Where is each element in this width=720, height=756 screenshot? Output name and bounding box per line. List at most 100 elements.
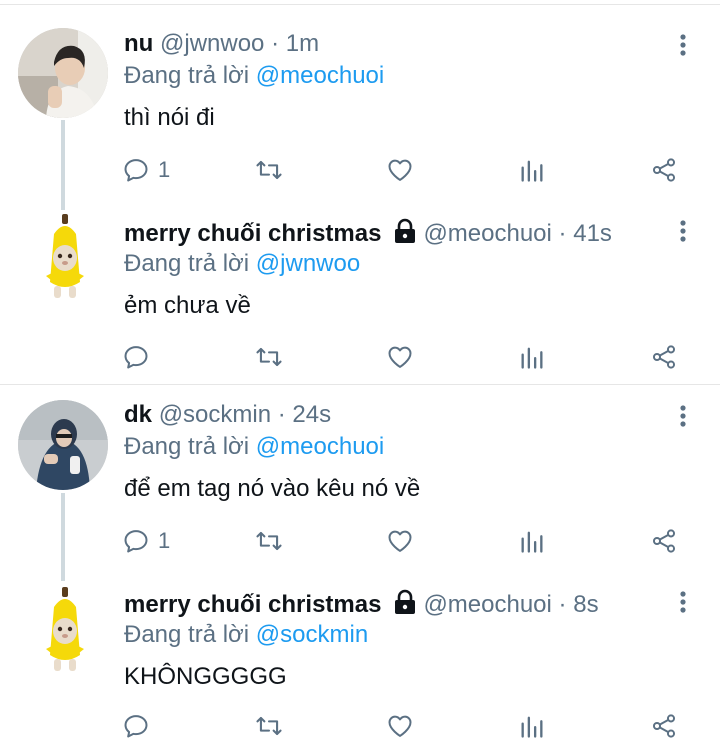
avatar-meochuoi[interactable] bbox=[40, 585, 90, 675]
replying-label: Đang trả lời bbox=[124, 433, 250, 460]
banana-cat-image bbox=[46, 587, 84, 671]
handle[interactable]: @meochuoi bbox=[423, 220, 551, 247]
lock-icon bbox=[393, 589, 417, 622]
display-name[interactable]: dk bbox=[124, 401, 152, 428]
timestamp[interactable]: 24s bbox=[292, 401, 331, 428]
replying-to: Đang trả lời @meochuoi bbox=[124, 433, 384, 461]
replying-to: Đang trả lời @sockmin bbox=[124, 621, 368, 649]
replying-label: Đang trả lời bbox=[124, 250, 250, 277]
reply-button[interactable]: 1 bbox=[122, 524, 170, 558]
timestamp[interactable]: 1m bbox=[286, 30, 319, 57]
more-vertical-icon[interactable] bbox=[672, 403, 694, 431]
tweet-text: thì nói đi bbox=[124, 104, 215, 131]
lock-icon bbox=[393, 218, 417, 251]
avatar-nu[interactable] bbox=[18, 28, 108, 118]
share-icon bbox=[650, 712, 678, 740]
tweet-header: merry chuối christmas @meochuoi · 41s bbox=[124, 218, 612, 251]
tweet-1[interactable]: nu @jwnwoo · 1m Đang trả lời @meochuoi t… bbox=[0, 0, 720, 210]
share-icon bbox=[650, 343, 678, 371]
share-button[interactable] bbox=[650, 340, 678, 374]
dot-separator: · bbox=[277, 401, 286, 428]
display-name[interactable]: merry chuối christmas bbox=[124, 220, 381, 247]
handle[interactable]: @sockmin bbox=[159, 401, 271, 428]
reply-button[interactable] bbox=[122, 709, 158, 743]
action-bar bbox=[0, 709, 720, 743]
reply-icon bbox=[122, 712, 150, 740]
share-button[interactable] bbox=[650, 153, 678, 187]
tweet-2[interactable]: merry chuối christmas @meochuoi · 41s Đan… bbox=[0, 200, 720, 384]
mention-link[interactable]: @jwnwoo bbox=[256, 250, 360, 277]
analytics-button[interactable] bbox=[518, 153, 546, 187]
tweet-text: KHÔNGGGGG bbox=[124, 663, 287, 690]
display-name[interactable]: merry chuối christmas bbox=[124, 591, 381, 618]
heart-icon bbox=[386, 156, 414, 184]
tweet-header: nu @jwnwoo · 1m bbox=[124, 30, 319, 58]
reply-icon bbox=[122, 527, 150, 555]
more-vertical-icon[interactable] bbox=[672, 589, 694, 617]
mention-link[interactable]: @meochuoi bbox=[256, 433, 384, 460]
replying-label: Đang trả lời bbox=[124, 62, 250, 89]
replying-to: Đang trả lời @jwnwoo bbox=[124, 250, 360, 278]
dot-separator: · bbox=[558, 219, 567, 247]
avatar-nu-image bbox=[18, 28, 108, 118]
action-bar: 1 bbox=[0, 153, 720, 187]
retweet-icon bbox=[254, 712, 284, 740]
reply-icon bbox=[122, 156, 150, 184]
retweet-button[interactable] bbox=[254, 340, 284, 374]
analytics-button[interactable] bbox=[518, 709, 546, 743]
analytics-icon bbox=[518, 156, 546, 184]
share-button[interactable] bbox=[650, 709, 678, 743]
reply-count: 1 bbox=[158, 528, 171, 553]
tweet-text: để em tag nó vào kêu nó về bbox=[124, 475, 421, 502]
tweet-4[interactable]: merry chuối christmas @meochuoi · 8s Đang… bbox=[0, 585, 720, 756]
action-bar bbox=[0, 340, 720, 374]
reply-button[interactable]: 1 bbox=[122, 153, 170, 187]
reply-button[interactable] bbox=[122, 340, 158, 374]
retweet-icon bbox=[254, 156, 284, 184]
timestamp[interactable]: 8s bbox=[573, 591, 598, 618]
like-button[interactable] bbox=[386, 340, 414, 374]
avatar-dk[interactable] bbox=[18, 400, 108, 490]
tweet-3[interactable]: dk @sockmin · 24s Đang trả lời @meochuoi… bbox=[0, 385, 720, 585]
heart-icon bbox=[386, 712, 414, 740]
display-name[interactable]: nu bbox=[124, 30, 153, 57]
tweet-header: dk @sockmin · 24s bbox=[124, 401, 331, 429]
like-button[interactable] bbox=[386, 524, 414, 558]
analytics-icon bbox=[518, 527, 546, 555]
dot-separator: · bbox=[558, 590, 567, 618]
action-bar: 1 bbox=[0, 524, 720, 558]
banana-cat-image bbox=[46, 214, 84, 298]
heart-icon bbox=[386, 343, 414, 371]
handle[interactable]: @jwnwoo bbox=[160, 30, 264, 57]
analytics-icon bbox=[518, 343, 546, 371]
mention-link[interactable]: @meochuoi bbox=[256, 62, 384, 89]
timestamp[interactable]: 41s bbox=[573, 220, 612, 247]
avatar-meochuoi[interactable] bbox=[40, 212, 90, 302]
analytics-button[interactable] bbox=[518, 524, 546, 558]
retweet-icon bbox=[254, 527, 284, 555]
dot-separator: · bbox=[271, 30, 280, 57]
analytics-icon bbox=[518, 712, 546, 740]
like-button[interactable] bbox=[386, 709, 414, 743]
replying-to: Đang trả lời @meochuoi bbox=[124, 62, 384, 90]
replying-label: Đang trả lời bbox=[124, 621, 250, 648]
avatar-dk-image bbox=[18, 400, 108, 490]
reply-count: 1 bbox=[158, 157, 171, 182]
mention-link[interactable]: @sockmin bbox=[256, 621, 368, 648]
like-button[interactable] bbox=[386, 153, 414, 187]
handle[interactable]: @meochuoi bbox=[423, 591, 551, 618]
reply-icon bbox=[122, 343, 150, 371]
retweet-button[interactable] bbox=[254, 524, 284, 558]
retweet-button[interactable] bbox=[254, 153, 284, 187]
tweet-text: ẻm chưa về bbox=[124, 292, 251, 319]
heart-icon bbox=[386, 527, 414, 555]
retweet-icon bbox=[254, 343, 284, 371]
analytics-button[interactable] bbox=[518, 340, 546, 374]
retweet-button[interactable] bbox=[254, 709, 284, 743]
share-icon bbox=[650, 527, 678, 555]
tweet-header: merry chuối christmas @meochuoi · 8s bbox=[124, 589, 599, 622]
more-vertical-icon[interactable] bbox=[672, 218, 694, 246]
more-vertical-icon[interactable] bbox=[672, 32, 694, 60]
share-icon bbox=[650, 156, 678, 184]
share-button[interactable] bbox=[650, 524, 678, 558]
